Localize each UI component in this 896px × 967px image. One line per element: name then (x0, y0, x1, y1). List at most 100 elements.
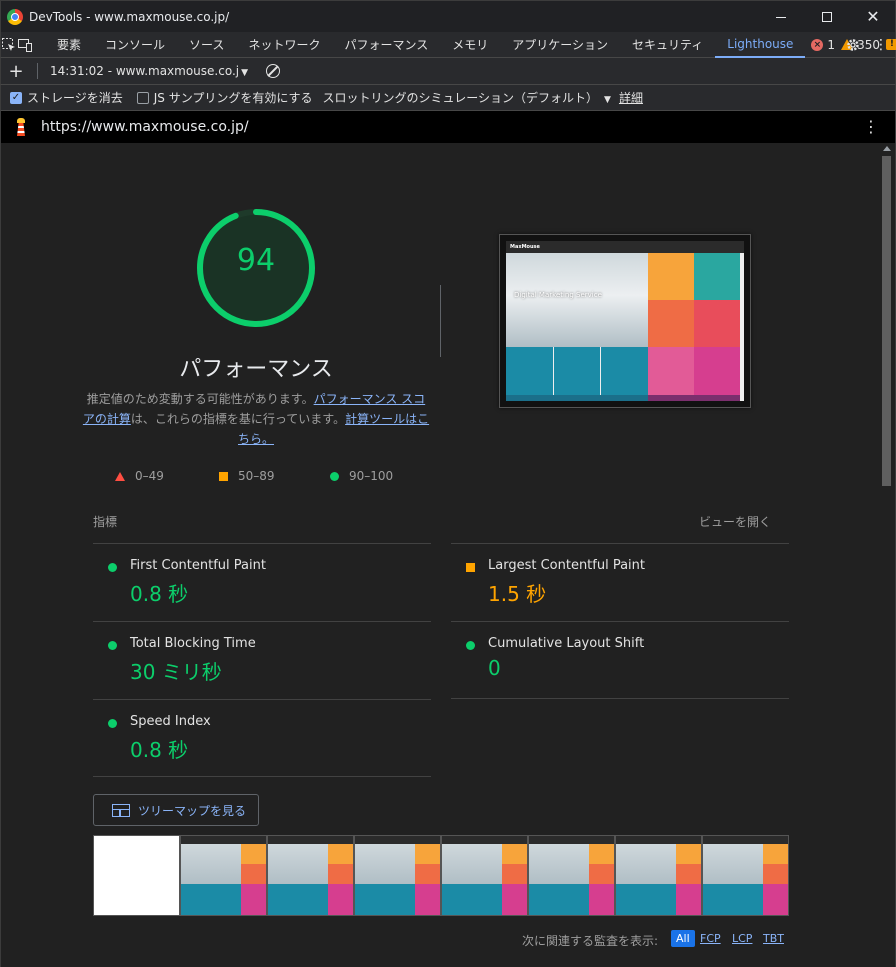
metric-divider (451, 698, 789, 699)
toolbar-separator (37, 63, 38, 79)
report-selector-value: 14:31:02 - www.maxmouse.co.j (50, 64, 240, 78)
tab-application[interactable]: アプリケーション (500, 32, 620, 58)
maximize-button[interactable] (804, 1, 850, 33)
report-selector[interactable]: 14:31:02 - www.maxmouse.co.j ▼ (50, 64, 248, 78)
filmstrip-frame (267, 835, 354, 916)
metric-value: 0.8 秒 (130, 582, 189, 606)
metric-tbt: Total Blocking Time 30 ミリ秒 (93, 621, 431, 699)
new-report-button[interactable]: + (1, 61, 31, 82)
legend-average: 50–89 (219, 469, 275, 483)
chevron-down-icon: ▼ (604, 95, 611, 105)
inspect-element-button[interactable] (1, 32, 17, 58)
device-toolbar-button[interactable] (17, 32, 33, 58)
view-treemap-button[interactable]: ツリーマップを見る (93, 794, 259, 826)
filter-chip-fcp[interactable]: FCP (695, 930, 726, 947)
metric-lcp: Largest Contentful Paint 1.5 秒 (451, 543, 789, 621)
pass-circle-icon (330, 471, 339, 481)
gear-icon (847, 39, 859, 51)
clear-reports-icon[interactable] (266, 64, 281, 78)
metrics-header: 指標 (93, 515, 118, 529)
error-icon: × (811, 38, 824, 51)
tab-network[interactable]: ネットワーク (236, 32, 332, 58)
clear-storage-label: ストレージを消去 (27, 91, 123, 105)
treemap-icon (112, 803, 130, 817)
final-screenshot[interactable]: MaxMouse Digital Marketing Service (499, 234, 751, 408)
error-counter[interactable]: × 1 (811, 38, 835, 52)
throttling-label: スロットリングのシミュレーション（デフォルト） (322, 91, 599, 105)
tab-performance[interactable]: パフォーマンス (332, 32, 440, 58)
maximize-icon (822, 12, 832, 22)
legend-fail-range: 0–49 (135, 469, 164, 483)
tab-elements[interactable]: 要素 (45, 32, 93, 58)
screenshot-tile (554, 347, 600, 395)
devtools-tab-bar: 要素 コンソール ソース ネットワーク パフォーマンス メモリ アプリケーション… (0, 32, 896, 58)
filter-chip-all[interactable]: All (671, 930, 695, 947)
settings-button[interactable] (841, 32, 865, 58)
scroll-thumb[interactable] (882, 156, 891, 486)
tab-memory[interactable]: メモリ (440, 32, 500, 58)
filmstrip-frame (702, 835, 789, 916)
clear-storage-checkbox[interactable] (10, 91, 22, 104)
report-url[interactable]: https://www.maxmouse.co.jp/ (41, 119, 249, 135)
report-scrollbar[interactable] (879, 143, 894, 967)
metric-value: 0 (488, 656, 501, 680)
screenshot-page: MaxMouse Digital Marketing Service (506, 241, 744, 401)
screenshot-header: MaxMouse (506, 241, 744, 253)
metric-si: Speed Index 0.8 秒 (93, 699, 431, 777)
js-sampling-checkbox[interactable] (136, 91, 149, 104)
filter-chip-lcp[interactable]: LCP (727, 930, 757, 947)
close-button[interactable]: ✕ (850, 1, 896, 33)
fail-triangle-icon (115, 471, 125, 481)
minimize-button[interactable] (758, 1, 804, 33)
device-toggle-icon (18, 38, 32, 52)
metric-name: First Contentful Paint (130, 558, 266, 573)
legend-pass: 90–100 (330, 469, 393, 483)
tab-security[interactable]: セキュリティ (620, 32, 715, 58)
filmstrip-frame (441, 835, 528, 916)
inspect-element-icon (2, 37, 15, 51)
scroll-up-arrow-icon[interactable] (883, 146, 891, 151)
expand-view-toggle[interactable]: ビューを開く (699, 513, 771, 530)
kebab-icon: ⋮ (874, 37, 888, 53)
pass-circle-icon (108, 641, 117, 650)
screenshot-tile (506, 395, 648, 401)
tab-console[interactable]: コンソール (93, 32, 177, 58)
metric-name: Cumulative Layout Shift (488, 636, 645, 651)
screenshot-tile (506, 347, 553, 395)
audit-filter-label: 次に関連する監査を表示: (522, 934, 659, 948)
filter-chip-tbt[interactable]: TBT (758, 930, 789, 947)
screenshot-hero: Digital Marketing Service (506, 253, 648, 347)
metric-value: 1.5 秒 (488, 582, 547, 606)
pass-circle-icon (108, 563, 117, 572)
metric-divider (93, 776, 431, 777)
filmstrip-frame-blank (93, 835, 180, 916)
description-text-2: は、これらの指標を基に行っています。 (130, 412, 346, 426)
close-icon: ✕ (866, 7, 880, 26)
details-link[interactable]: 詳細 (619, 89, 643, 106)
tab-lighthouse[interactable]: Lighthouse (715, 32, 806, 58)
average-square-icon (219, 471, 228, 481)
screenshot-tile (648, 253, 694, 300)
metric-fcp: First Contentful Paint 0.8 秒 (93, 543, 431, 621)
description-text-1: 推定値のため変動する可能性があります。 (86, 392, 314, 406)
tab-sources[interactable]: ソース (177, 32, 236, 58)
gauge-divider (440, 285, 441, 357)
window-title-bar: DevTools - www.maxmouse.co.jp/ ✕ (0, 0, 896, 32)
metric-name: Total Blocking Time (130, 636, 256, 651)
report-menu-kebab-icon[interactable]: ⋮ (863, 117, 879, 136)
filmstrip-frame (615, 835, 702, 916)
metric-value: 30 ミリ秒 (130, 660, 222, 684)
gauge-title: パフォーマンス (179, 357, 333, 382)
screenshot-tile (694, 253, 740, 300)
customize-menu-button[interactable]: ⋮ (869, 32, 893, 58)
minimize-icon (776, 16, 786, 18)
legend-average-range: 50–89 (238, 469, 275, 483)
throttling-select[interactable]: スロットリングのシミュレーション（デフォルト） ▼ (323, 89, 619, 106)
metric-value: 0.8 秒 (130, 738, 189, 762)
lighthouse-report-toolbar: + 14:31:02 - www.maxmouse.co.j ▼ (0, 58, 896, 85)
average-square-icon (466, 563, 475, 572)
treemap-button-label: ツリーマップを見る (138, 803, 247, 818)
screenshot-hero-text: Digital Marketing Service (514, 291, 602, 299)
screenshot-tile (694, 300, 740, 347)
performance-score: 94 (236, 243, 276, 278)
